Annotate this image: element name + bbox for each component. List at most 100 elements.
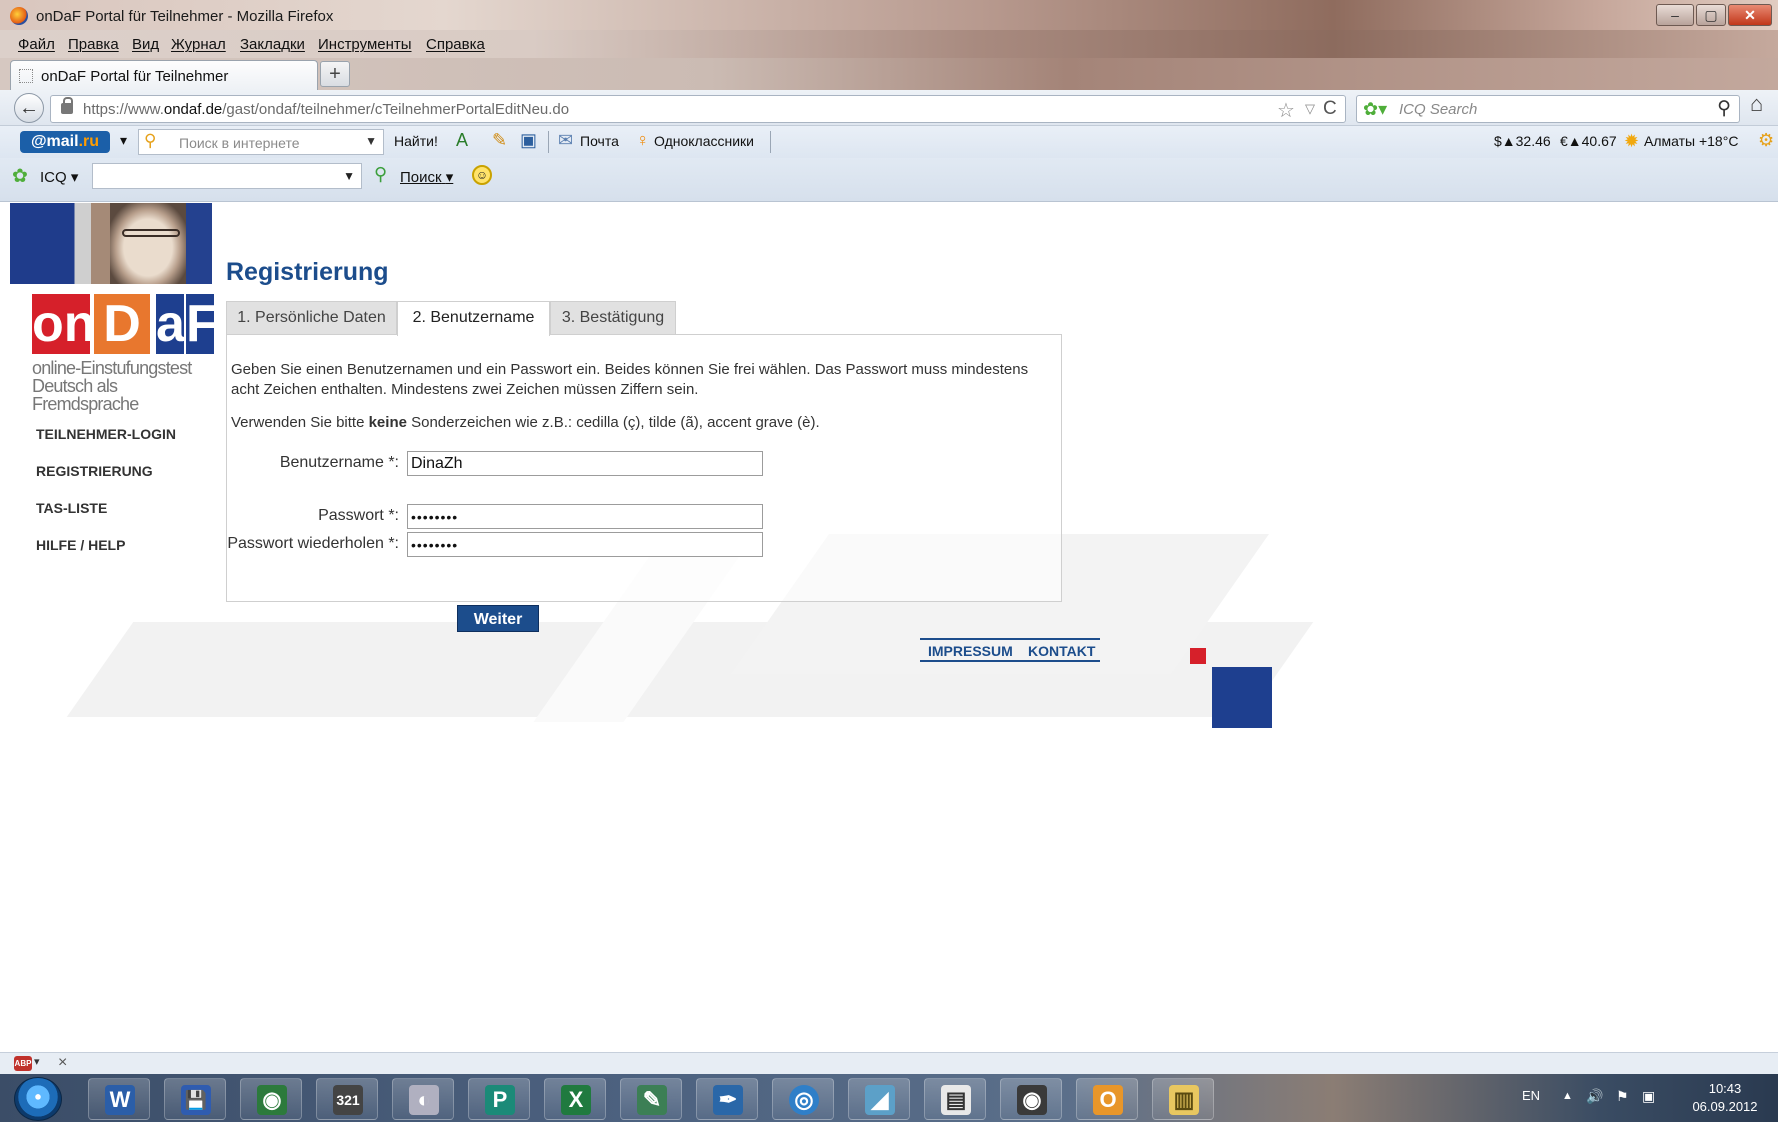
search-input[interactable]: ICQ Search <box>1399 101 1477 118</box>
reload-icon[interactable]: C <box>1323 98 1337 120</box>
icq-flower-icon[interactable]: ✿ <box>12 165 28 188</box>
gear-icon[interactable]: ⚙ <box>1758 130 1774 151</box>
tab-personliche-daten[interactable]: 1. Persönliche Daten <box>226 301 397 335</box>
eye-icon: ◉ <box>257 1085 287 1115</box>
action-center-flag-icon[interactable]: ⚑ <box>1616 1088 1629 1105</box>
close-addon-bar-icon[interactable]: × <box>58 1054 67 1072</box>
tagline-line-1: online-Einstufungstest <box>32 358 192 378</box>
page-icon[interactable]: ▣ <box>520 130 537 151</box>
kontakt-link[interactable]: KONTAKT <box>1028 643 1095 659</box>
tray-expand-icon[interactable]: ▲ <box>1562 1090 1573 1102</box>
icq-search-input[interactable]: ▼ <box>92 163 362 189</box>
address-bar[interactable]: https://www.ondaf.de/gast/ondaf/teilnehm… <box>50 95 1346 123</box>
taskbar-save[interactable]: 💾 <box>164 1078 226 1120</box>
home-icon[interactable]: ⌂ <box>1750 91 1763 117</box>
taskbar-disc[interactable]: ◐ <box>392 1078 454 1120</box>
menu-edit[interactable]: Правка <box>68 36 119 53</box>
monitor-eye-icon: ◉ <box>1017 1085 1047 1115</box>
back-button[interactable]: ← <box>14 93 44 123</box>
weiter-button[interactable]: Weiter <box>457 605 539 632</box>
chevron-down-icon[interactable]: ▼ <box>343 169 355 183</box>
minimize-button[interactable]: – <box>1656 4 1694 26</box>
clock[interactable]: 10:43 06.09.2012 <box>1680 1080 1770 1116</box>
ondaf-logo[interactable]: on D a F <box>32 294 218 354</box>
icq-search-button[interactable]: Поиск ▾ <box>400 168 453 186</box>
menu-tools[interactable]: Инструменты <box>318 36 412 53</box>
odnoklassniki-icon[interactable]: ♀ <box>636 130 650 151</box>
language-indicator[interactable]: EN <box>1522 1088 1540 1103</box>
mailru-search-input[interactable]: ⚲ Поиск в интернете ▼ <box>138 129 384 155</box>
page-favicon-icon <box>19 69 33 83</box>
chevron-down-icon[interactable]: ▾ <box>34 1055 40 1068</box>
taskbar-paint[interactable]: ✎ <box>620 1078 682 1120</box>
new-tab-button[interactable]: + <box>320 61 350 87</box>
taskbar-monitor[interactable]: ◉ <box>1000 1078 1062 1120</box>
find-button[interactable]: Найти! <box>394 133 438 149</box>
menu-bookmarks[interactable]: Закладки <box>240 36 305 53</box>
adblock-icon[interactable]: ABP <box>14 1056 32 1071</box>
browser-tab[interactable]: onDaF Portal für Teilnehmer <box>10 60 318 90</box>
taskbar-excel[interactable]: X <box>544 1078 606 1120</box>
taskbar-viewer[interactable]: ◉ <box>240 1078 302 1120</box>
icq-menu[interactable]: ICQ ▾ <box>40 168 78 186</box>
taskbar-media[interactable]: 321 <box>316 1078 378 1120</box>
username-label: Benutzername *: <box>279 454 399 471</box>
search-bar[interactable]: ✿▾ ICQ Search ⚲ <box>1356 95 1740 123</box>
taskbar-outlook[interactable]: O <box>1076 1078 1138 1120</box>
eur-rate[interactable]: €▲40.67 <box>1560 133 1617 149</box>
weather-link[interactable]: Алматы +18°C <box>1644 133 1738 149</box>
toolbar-separator <box>548 131 549 153</box>
odnoklassniki-link[interactable]: Одноклассники <box>654 133 754 149</box>
logo-f: F <box>186 294 218 354</box>
taskbar-browser[interactable]: ◎ <box>772 1078 834 1120</box>
mail-link[interactable]: Почта <box>580 133 619 149</box>
close-button[interactable]: ✕ <box>1728 4 1772 26</box>
sidebar-item-teilnehmer-login[interactable]: TEILNEHMER-LOGIN <box>36 426 176 442</box>
instructions-text: Geben Sie einen Benutzernamen und ein Pa… <box>231 361 1029 398</box>
font-size-icon[interactable]: A <box>456 130 468 151</box>
password-field[interactable]: •••••••• <box>407 504 763 529</box>
word-icon: W <box>105 1085 135 1115</box>
menu-file[interactable]: Файл <box>18 36 55 53</box>
usd-rate[interactable]: $▲32.46 <box>1494 133 1551 149</box>
bookmark-star-icon[interactable]: ☆ <box>1277 98 1295 123</box>
search-icon[interactable]: ⚲ <box>374 164 387 185</box>
taskbar-tool[interactable]: ◢ <box>848 1078 910 1120</box>
decorative-red-square <box>1190 648 1206 664</box>
tagline-line-2: Deutsch als Fremdsprache <box>32 376 139 414</box>
mailru-logo[interactable]: @mail.ru <box>20 131 110 153</box>
system-tray: EN ▲ 🔊 ⚑ ▣ 10:43 06.09.2012 <box>1510 1074 1778 1122</box>
impressum-link[interactable]: IMPRESSUM <box>928 643 1013 659</box>
maximize-button[interactable]: ▢ <box>1696 4 1726 26</box>
password-repeat-field[interactable]: •••••••• <box>407 532 763 557</box>
taskbar-explorer[interactable]: ▥ <box>1152 1078 1214 1120</box>
search-icon[interactable]: ⚲ <box>1717 97 1731 120</box>
icq-flower-icon[interactable]: ✿▾ <box>1363 99 1387 120</box>
menu-history[interactable]: Журнал <box>171 36 226 53</box>
tab-bestaetigung[interactable]: 3. Bestätigung <box>550 301 676 335</box>
menu-view[interactable]: Вид <box>132 36 159 53</box>
chevron-down-icon[interactable]: ▼ <box>365 134 377 148</box>
highlight-icon[interactable]: ✎ <box>492 130 507 151</box>
lock-icon <box>61 97 73 114</box>
sidebar-item-registrierung[interactable]: REGISTRIERUNG <box>36 463 153 479</box>
smiley-icon[interactable]: ☺ <box>472 165 492 185</box>
start-button[interactable] <box>14 1077 62 1121</box>
taskbar-pen[interactable]: ✒ <box>696 1078 758 1120</box>
sidebar-item-hilfe[interactable]: HILFE / HELP <box>36 537 125 553</box>
window-title: onDaF Portal für Teilnehmer - Mozilla Fi… <box>36 8 334 25</box>
volume-icon[interactable]: 🔊 <box>1586 1088 1603 1105</box>
mail-icon[interactable]: ✉ <box>558 130 573 151</box>
url-dropdown-icon[interactable]: ▽ <box>1305 101 1315 117</box>
taskbar-word[interactable]: W <box>88 1078 150 1120</box>
sidebar-item-tas-liste[interactable]: TAS-LISTE <box>36 500 107 516</box>
password-label: Passwort *: <box>318 507 399 524</box>
taskbar-publisher[interactable]: P <box>468 1078 530 1120</box>
network-icon[interactable]: ▣ <box>1642 1088 1655 1105</box>
taskbar-document[interactable]: ▤ <box>924 1078 986 1120</box>
username-field[interactable]: DinaZh <box>407 451 763 476</box>
mailru-dropdown-icon[interactable]: ▾ <box>120 132 127 149</box>
tab-benutzername[interactable]: 2. Benutzername <box>397 301 550 336</box>
footer-links: IMPRESSUM KONTAKT <box>920 638 1100 662</box>
menu-help[interactable]: Справка <box>426 36 485 53</box>
